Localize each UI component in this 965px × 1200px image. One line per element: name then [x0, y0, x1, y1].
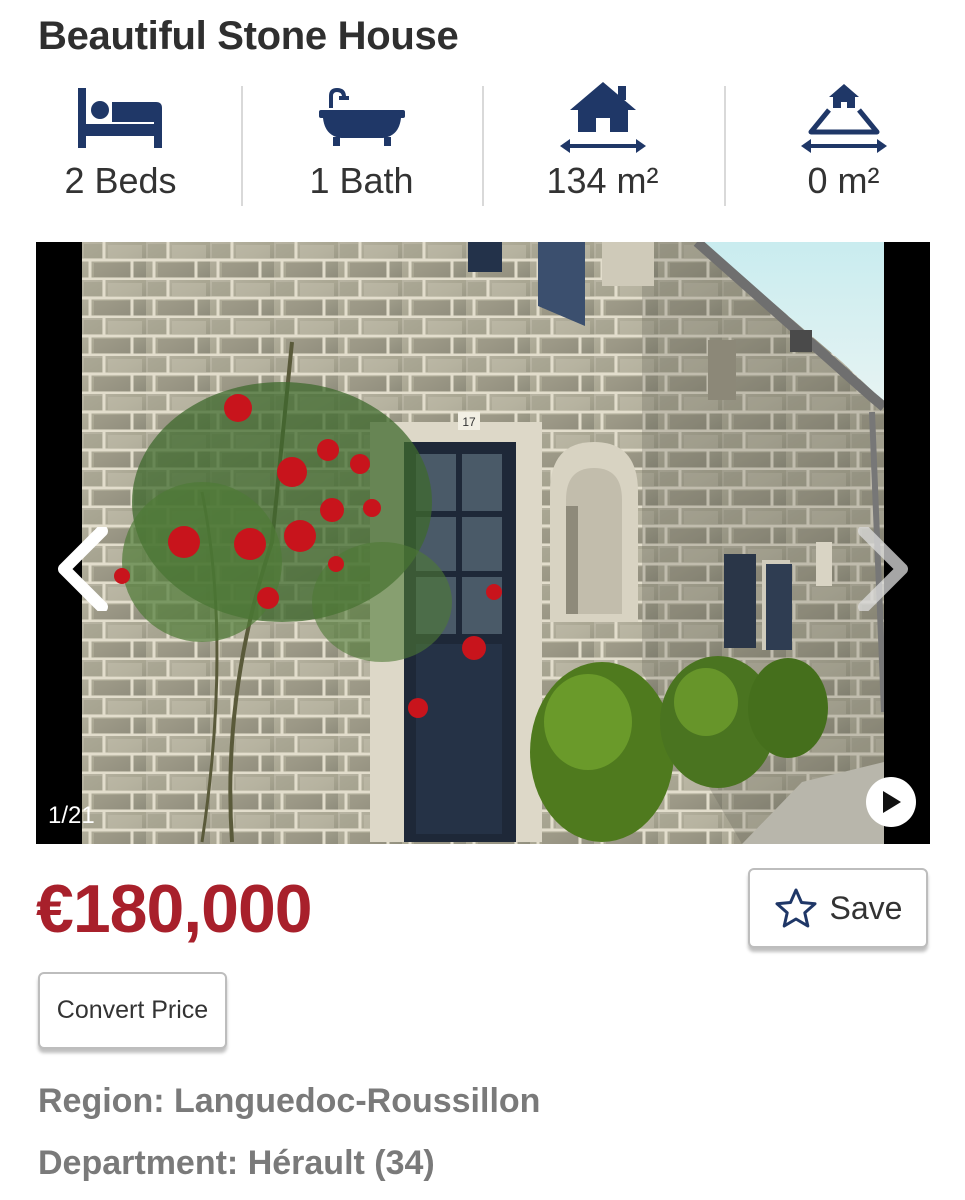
feature-house-area-label: 134 m²: [546, 160, 659, 201]
gallery-prev-button[interactable]: [56, 525, 112, 616]
feature-house-area: 134 m²: [482, 78, 723, 212]
door-number: 17: [462, 415, 476, 429]
play-icon: [883, 791, 901, 813]
gallery-counter: 1/21: [48, 802, 95, 829]
convert-price-button[interactable]: Convert Price: [38, 972, 227, 1049]
gallery-photo: 17: [82, 242, 884, 844]
bath-icon: [317, 82, 407, 154]
photo-gallery[interactable]: 17 1/21: [36, 242, 930, 844]
feature-bath-label: 1 Bath: [309, 160, 414, 201]
features-row: 2 Beds 1 Bath 134 m² 0 m²: [0, 78, 965, 212]
land-area-icon: [799, 82, 889, 154]
region-text: Region: Languedoc-Roussillon: [38, 1082, 541, 1120]
listing-price: €180,000: [36, 871, 313, 947]
feature-land-area-label: 0 m²: [807, 160, 880, 201]
house-area-icon: [558, 82, 648, 154]
save-button-label: Save: [829, 889, 903, 926]
feature-beds: 2 Beds: [0, 78, 241, 212]
feature-divider: [241, 86, 243, 206]
star-icon: [775, 888, 817, 928]
department-text: Department: Hérault (34): [38, 1144, 435, 1182]
feature-land-area: 0 m²: [723, 78, 964, 212]
gallery-next-button[interactable]: [854, 525, 910, 616]
save-button[interactable]: Save: [748, 868, 928, 948]
slideshow-play-button[interactable]: [866, 777, 916, 827]
feature-divider: [482, 86, 484, 206]
feature-beds-label: 2 Beds: [64, 160, 177, 201]
convert-price-label: Convert Price: [56, 996, 209, 1024]
chevron-right-icon: [858, 525, 908, 613]
chevron-left-icon: [58, 525, 108, 613]
feature-divider: [724, 86, 726, 206]
listing-title: Beautiful Stone House: [38, 14, 459, 58]
feature-bath: 1 Bath: [241, 78, 482, 212]
bed-icon: [76, 82, 166, 154]
